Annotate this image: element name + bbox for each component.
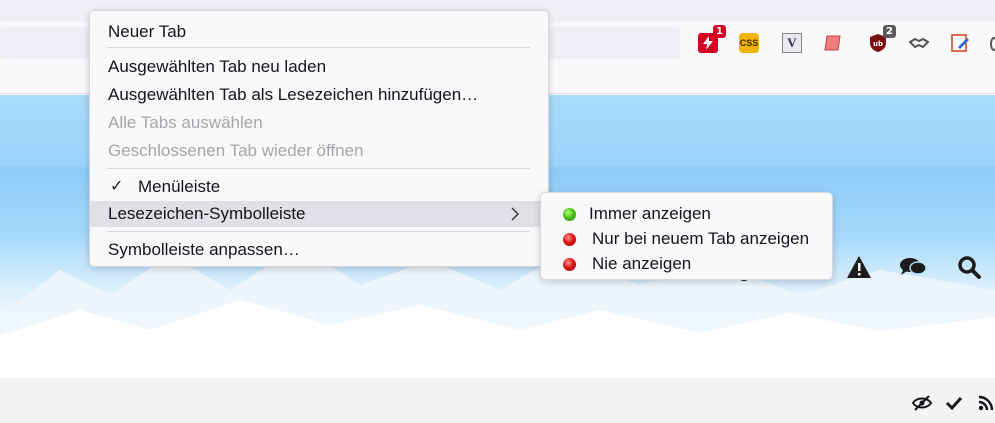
chevron-right-icon xyxy=(510,201,520,230)
submenu-item-label: Immer anzeigen xyxy=(589,204,711,223)
menu-item-select-all-tabs: Alle Tabs auswählen xyxy=(90,110,548,136)
menu-item-reopen-closed-tab: Geschlossenen Tab wieder öffnen xyxy=(90,138,548,164)
menu-item-label: Ausgewählten Tab neu laden xyxy=(108,57,327,76)
toolbar-context-menu: Neuer Tab Ausgewählten Tab neu laden Aus… xyxy=(89,10,549,267)
checkmark-icon: ✓ xyxy=(110,178,124,195)
overflow-edge xyxy=(990,37,995,51)
scroll-shape-icon xyxy=(824,35,841,51)
menu-item-label: Menüleiste xyxy=(138,177,221,196)
menu-item-reload-tab[interactable]: Ausgewählten Tab neu laden xyxy=(90,54,548,80)
page-footer xyxy=(0,378,995,423)
red-status-icon xyxy=(563,233,576,246)
submenu-item-never-show[interactable]: Nie anzeigen xyxy=(541,251,832,277)
rss-icon[interactable] xyxy=(978,395,995,416)
menu-item-label: Geschlossenen Tab wieder öffnen xyxy=(108,141,364,160)
menu-item-label: Neuer Tab xyxy=(108,22,187,41)
menu-item-label: Ausgewählten Tab als Lesezeichen hinzufü… xyxy=(108,85,479,104)
scroll-icon[interactable] xyxy=(823,33,843,53)
menu-separator xyxy=(107,168,530,169)
menu-item-new-tab[interactable]: Neuer Tab xyxy=(90,19,548,45)
menu-item-label: Symbolleiste anpassen… xyxy=(108,240,300,259)
bookmarks-toolbar-submenu: Immer anzeigen Nur bei neuem Tab anzeige… xyxy=(540,192,833,280)
extension-badge: 2 xyxy=(883,25,896,38)
lightning-icon xyxy=(703,36,713,50)
edit-page-shape-icon xyxy=(951,34,969,52)
svg-text:ub: ub xyxy=(873,40,883,48)
ublock-icon[interactable]: ub 2 xyxy=(868,25,896,53)
search-icon[interactable] xyxy=(957,255,981,285)
handshake-shape-icon xyxy=(909,37,929,49)
chat-icon[interactable] xyxy=(899,256,927,284)
menu-item-customize-toolbar[interactable]: Symbolleiste anpassen… xyxy=(90,237,548,263)
css-icon[interactable]: CSS xyxy=(739,33,759,53)
menu-item-label: Lesezeichen-Symbolleiste xyxy=(108,204,306,223)
submenu-item-always-show[interactable]: Immer anzeigen xyxy=(541,201,832,227)
menu-item-label: Alle Tabs auswählen xyxy=(108,113,263,132)
flash-red-icon[interactable]: 1 xyxy=(698,25,726,53)
hidden-eye-icon[interactable] xyxy=(911,395,933,416)
submenu-item-label: Nur bei neuem Tab anzeigen xyxy=(592,229,810,248)
warning-icon[interactable] xyxy=(846,255,872,285)
menu-item-menubar[interactable]: ✓ Menüleiste xyxy=(90,174,548,200)
menu-item-bookmark-tab[interactable]: Ausgewählten Tab als Lesezeichen hinzufü… xyxy=(90,82,548,108)
submenu-item-new-tab-only[interactable]: Nur bei neuem Tab anzeigen xyxy=(541,226,832,252)
green-status-icon xyxy=(563,208,576,221)
vimium-label: V xyxy=(787,35,797,50)
handshake-icon[interactable] xyxy=(909,33,929,53)
checkmark-icon[interactable] xyxy=(945,395,963,416)
menu-separator xyxy=(107,231,530,232)
submenu-item-label: Nie anzeigen xyxy=(592,254,692,273)
edit-page-icon[interactable] xyxy=(950,33,970,53)
css-label: CSS xyxy=(739,38,759,48)
red-status-icon xyxy=(563,258,576,271)
menu-item-bookmarks-toolbar[interactable]: Lesezeichen-Symbolleiste xyxy=(90,201,548,227)
menu-separator xyxy=(107,47,530,48)
extension-badge: 1 xyxy=(713,25,726,38)
vimium-icon[interactable]: V xyxy=(782,33,802,53)
